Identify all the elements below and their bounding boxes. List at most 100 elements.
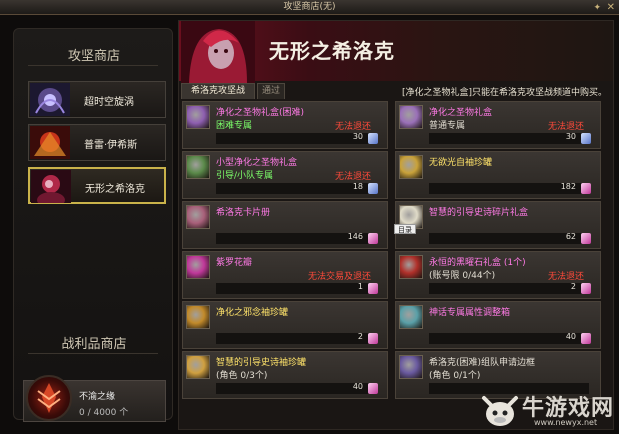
- loot-currency[interactable]: 不渝之缘 0 / 4000 个: [23, 375, 166, 422]
- item-name: 智慧的引导史诗碎片礼盒: [429, 208, 529, 218]
- shop-item-card[interactable]: 净化之邪念袖珍罐 2: [182, 301, 388, 349]
- siroco-portrait: [181, 21, 255, 83]
- item-price: 18: [352, 182, 363, 191]
- item-name: 希洛克(困难)组队申请边框: [429, 358, 536, 368]
- pink-token-icon: [368, 233, 378, 244]
- item-price: 40: [565, 332, 576, 341]
- shop-item-card[interactable]: 小型净化之圣物礼盒 引导/小队专属 无法退还 18: [182, 151, 388, 199]
- shop-item-card[interactable]: 希洛克卡片册 146: [182, 201, 388, 249]
- divider: [28, 65, 158, 66]
- item-price: 62: [565, 232, 576, 241]
- vortex-thumb: [30, 83, 70, 116]
- shop-item-card[interactable]: 永恒的黑曜石礼盒 (1个) (账号限 0/44个) 无法退还 2: [395, 251, 601, 299]
- item-subtext: 困难专属: [216, 121, 253, 131]
- blue-token-icon: [368, 133, 378, 144]
- item-subtext: 普通专属: [429, 121, 466, 131]
- shop-item-card[interactable]: 净化之圣物礼盒(困难) 困难专属 无法退还 30: [182, 101, 388, 149]
- item-price: 182: [560, 182, 576, 191]
- shop-item-card[interactable]: 神话专属属性调整箱 40: [395, 301, 601, 349]
- item-icon: [399, 155, 423, 179]
- sidebar-item-label: 超时空旋涡: [84, 97, 134, 108]
- item-restriction: 无法退还: [547, 122, 584, 132]
- blue-token-icon: [581, 133, 591, 144]
- item-restriction: 无法交易及退还: [307, 272, 371, 282]
- item-name: 小型净化之圣物礼盒: [216, 158, 298, 168]
- pink-token-icon: [581, 233, 591, 244]
- item-icon: [186, 205, 210, 229]
- shop-main-panel: 无形之希洛克 希洛克攻坚战 通过 [净化之圣物礼盒]只能在希洛克攻坚战频道中购买…: [178, 20, 614, 430]
- shop-item-card[interactable]: 净化之圣物礼盒 普通专属 无法退还 30: [395, 101, 601, 149]
- item-subtext: (角色 0/3个): [216, 371, 268, 381]
- item-icon: [399, 305, 423, 329]
- page-title: 无形之希洛克: [269, 39, 395, 63]
- item-icon: [186, 305, 210, 329]
- item-grid: 净化之圣物礼盒(困难) 困难专属 无法退还 30 净化之圣物礼盒 普通专属 无法退还 30 小型…: [182, 101, 610, 431]
- sidebar-item-label: 无形之希洛克: [85, 184, 145, 195]
- loot-currency-name: 不渝之缘: [79, 392, 116, 402]
- item-name: 净化之邪念袖珍罐: [216, 308, 289, 318]
- tab-pass[interactable]: 通过: [257, 83, 285, 99]
- item-icon: [186, 355, 210, 379]
- window-titlebar: 攻坚商店(无) ✦ ✕: [0, 0, 619, 15]
- item-price-bar: [216, 333, 376, 344]
- sidebar-item-isys[interactable]: 普雷·伊希斯: [28, 124, 166, 161]
- item-subtext: 引导/小队专属: [216, 171, 274, 181]
- pink-token-icon: [368, 333, 378, 344]
- shop-sidebar: 攻坚商店 超时空旋涡 普雷·伊希斯 无形之希洛克 战利品商店 不渝之缘 0 / …: [13, 28, 173, 422]
- item-subtext: (角色 0/1个): [429, 371, 481, 381]
- item-price: 2: [570, 282, 576, 291]
- item-icon: [399, 355, 423, 379]
- item-restriction: 无法退还: [547, 272, 584, 282]
- shop-item-card[interactable]: 智慧的引导史诗袖珍罐 (角色 0/3个) 40: [182, 351, 388, 399]
- divider: [28, 353, 158, 354]
- pink-token-icon: [581, 183, 591, 194]
- pink-token-icon: [368, 283, 378, 294]
- item-price: 30: [352, 132, 363, 141]
- item-name: 永恒的黑曜石礼盒 (1个): [429, 258, 526, 268]
- blue-token-icon: [368, 183, 378, 194]
- item-icon: [186, 105, 210, 129]
- shop-item-card[interactable]: 目录 智慧的引导史诗碎片礼盒 62: [394, 201, 601, 249]
- item-subtext: (账号限 0/44个): [429, 271, 496, 281]
- loot-emblem-icon: [26, 375, 72, 421]
- close-icon[interactable]: ✕: [607, 0, 615, 15]
- item-restriction: 无法退还: [334, 122, 371, 132]
- item-name: 希洛克卡片册: [216, 208, 271, 218]
- item-name: 无欲光自袖珍罐: [429, 158, 493, 168]
- shop-item-card[interactable]: 无欲光自袖珍罐 182: [395, 151, 601, 199]
- preview-button[interactable]: 目录: [394, 224, 416, 234]
- item-price: 146: [347, 232, 363, 241]
- item-name: 紫罗花瓣: [216, 258, 253, 268]
- item-name: 净化之圣物礼盒(困难): [216, 108, 305, 118]
- item-price: 40: [352, 382, 363, 391]
- sidebar-item-siroco[interactable]: 无形之希洛克: [28, 167, 166, 204]
- sidebar-item-vortex[interactable]: 超时空旋涡: [28, 81, 166, 118]
- pink-token-icon: [581, 333, 591, 344]
- raid-banner: 无形之希洛克: [179, 21, 613, 83]
- siroco-thumb: [31, 170, 71, 203]
- shop-item-card[interactable]: 紫罗花瓣无法交易及退还 1: [182, 251, 388, 299]
- item-price: 2: [357, 332, 363, 341]
- watermark-url: www.newyx.net: [534, 418, 598, 427]
- item-icon: [399, 105, 423, 129]
- watermark: 牛游戏网 www.newyx.net: [478, 388, 618, 432]
- item-name: 神话专属属性调整箱: [429, 308, 511, 318]
- item-price: 1: [357, 282, 363, 291]
- item-icon: [399, 255, 423, 279]
- item-price-bar: [429, 283, 589, 294]
- loot-shop-heading: 战利品商店: [61, 337, 127, 352]
- item-icon: [186, 255, 210, 279]
- item-name: 净化之圣物礼盒: [429, 108, 493, 118]
- pin-icon[interactable]: ✦: [593, 1, 601, 16]
- item-restriction: 无法退还: [334, 172, 371, 182]
- tab-siroco-raid[interactable]: 希洛克攻坚战: [181, 83, 255, 99]
- purchase-notice: [净化之圣物礼盒]只能在希洛克攻坚战频道中购买。: [401, 88, 607, 98]
- loot-currency-count: 0 / 4000 个: [79, 408, 129, 418]
- window-title: 攻坚商店(无): [283, 2, 336, 12]
- item-price: 30: [565, 132, 576, 141]
- pink-token-icon: [581, 283, 591, 294]
- shop-heading: 攻坚商店: [67, 49, 120, 64]
- pink-token-icon: [368, 383, 378, 394]
- cow-logo-icon: [482, 396, 518, 426]
- sidebar-item-label: 普雷·伊希斯: [84, 140, 138, 151]
